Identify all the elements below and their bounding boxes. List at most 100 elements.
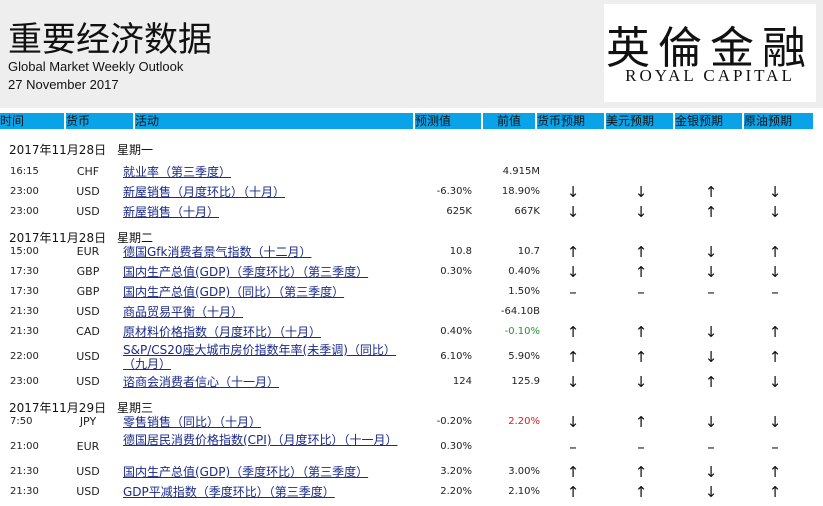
event-activity-link[interactable]: GDP平减指数（季度环比）（第三季度） bbox=[123, 485, 408, 499]
event-time: 23:00 bbox=[10, 186, 39, 197]
col-currency-outlook: 货币预期 bbox=[537, 113, 604, 129]
event-currency: USD bbox=[76, 375, 100, 388]
col-forecast: 预测值 bbox=[415, 113, 481, 129]
date-section-row: 2017年11月29日 星期三 bbox=[0, 392, 823, 415]
currency-outlook-arrow-icon: – bbox=[569, 283, 577, 301]
gold-silver-outlook-arrow-icon: ↓ bbox=[704, 243, 718, 261]
col-usd-outlook: 美元预期 bbox=[606, 113, 673, 129]
report-header: 重要经济数据 Global Market Weekly Outlook 27 N… bbox=[0, 0, 823, 108]
event-time: 21:00 bbox=[10, 441, 39, 452]
event-activity-link[interactable]: 国内生产总值(GDP)（季度环比）（第三季度） bbox=[123, 265, 408, 279]
table-row: 22:00 USD S&P/CS20座大城市房价指数年率(未季调)（同比）（九月） 6… bbox=[0, 342, 823, 372]
event-activity-link[interactable]: 零售销售（同比）（十月） bbox=[123, 415, 408, 429]
event-previous: 0.40% bbox=[508, 266, 540, 277]
event-previous: 5.90% bbox=[508, 351, 540, 362]
gold-silver-outlook-arrow-icon: – bbox=[707, 283, 715, 301]
event-forecast: -0.20% bbox=[436, 416, 472, 427]
event-activity-link[interactable]: 原材料价格指数（月度环比）（十月） bbox=[123, 325, 408, 339]
event-currency: EUR bbox=[76, 440, 100, 453]
event-time: 7:50 bbox=[10, 416, 33, 427]
usd-outlook-arrow-icon: ↓ bbox=[634, 183, 648, 201]
crude-outlook-arrow-icon: ↓ bbox=[768, 183, 782, 201]
col-gold-silver-outlook: 金银预期 bbox=[675, 113, 742, 129]
event-currency: USD bbox=[76, 205, 100, 218]
event-currency: USD bbox=[76, 465, 100, 478]
section-date: 2017年11月28日 bbox=[9, 143, 107, 157]
event-previous: 10.7 bbox=[517, 246, 540, 257]
table-row: 21:30 CAD 原材料价格指数（月度环比）（十月） 0.40% -0.10% ↑ ↑ ↓ ↑ bbox=[0, 322, 823, 342]
col-time: 时间 bbox=[0, 113, 64, 129]
currency-outlook-arrow-icon: ↓ bbox=[566, 203, 580, 221]
currency-outlook-arrow-icon: ↓ bbox=[566, 413, 580, 431]
event-forecast: 3.20% bbox=[440, 466, 472, 477]
table-row: 17:30 GBP 国内生产总值(GDP)（同比）（第三季度） 1.50% – – – – bbox=[0, 282, 823, 302]
event-forecast: 0.30% bbox=[440, 441, 472, 452]
event-time: 23:00 bbox=[10, 376, 39, 387]
page-title: 重要经济数据 bbox=[8, 20, 212, 60]
event-forecast: 0.30% bbox=[440, 266, 472, 277]
event-activity-link[interactable]: 新屋销售（十月） bbox=[123, 205, 408, 219]
currency-outlook-arrow-icon: ↑ bbox=[566, 348, 580, 366]
event-activity-link[interactable]: 新屋销售（月度环比）（十月） bbox=[123, 185, 408, 199]
event-currency: USD bbox=[76, 185, 100, 198]
event-activity-link[interactable]: S&P/CS20座大城市房价指数年率(未季调)（同比）（九月） bbox=[123, 343, 408, 371]
event-forecast: 124 bbox=[452, 376, 472, 387]
col-currency: 货币 bbox=[66, 113, 133, 129]
table-row: 7:50 JPY 零售销售（同比）（十月） -0.20% 2.20% ↓ ↑ ↓ ↓ bbox=[0, 412, 823, 432]
event-time: 17:30 bbox=[10, 266, 39, 277]
gold-silver-outlook-arrow-icon: ↓ bbox=[704, 463, 718, 481]
crude-outlook-arrow-icon: ↑ bbox=[768, 323, 782, 341]
event-currency: USD bbox=[76, 350, 100, 363]
event-time: 21:30 bbox=[10, 326, 39, 337]
gold-silver-outlook-arrow-icon: ↓ bbox=[704, 323, 718, 341]
event-previous: 125.9 bbox=[511, 376, 540, 387]
gold-silver-outlook-arrow-icon: ↓ bbox=[704, 483, 718, 501]
event-previous: 4.915M bbox=[502, 166, 540, 177]
event-previous: 3.00% bbox=[508, 466, 540, 477]
currency-outlook-arrow-icon: ↓ bbox=[566, 263, 580, 281]
crude-outlook-arrow-icon: ↑ bbox=[768, 463, 782, 481]
event-activity-link[interactable]: 谘商会消费者信心（十一月） bbox=[123, 375, 408, 389]
event-currency: USD bbox=[76, 485, 100, 498]
gold-silver-outlook-arrow-icon: ↑ bbox=[704, 203, 718, 221]
gold-silver-outlook-arrow-icon: ↑ bbox=[704, 373, 718, 391]
event-time: 16:15 bbox=[10, 166, 39, 177]
event-time: 21:30 bbox=[10, 486, 39, 497]
col-activity: 活动 bbox=[135, 113, 413, 129]
usd-outlook-arrow-icon: – bbox=[637, 438, 645, 456]
event-currency: USD bbox=[76, 305, 100, 318]
currency-outlook-arrow-icon: ↑ bbox=[566, 323, 580, 341]
usd-outlook-arrow-icon: ↓ bbox=[634, 373, 648, 391]
event-forecast: 6.10% bbox=[440, 351, 472, 362]
event-activity-link[interactable]: 德国居民消费价格指数(CPI)（月度环比）（十一月） bbox=[123, 433, 408, 447]
event-activity-link[interactable]: 德国Gfk消费者景气指数（十二月） bbox=[123, 245, 408, 259]
usd-outlook-arrow-icon: ↑ bbox=[634, 483, 648, 501]
event-activity-link[interactable]: 商品贸易平衡（十月） bbox=[123, 305, 408, 319]
event-forecast: -6.30% bbox=[436, 186, 472, 197]
event-activity-link[interactable]: 国内生产总值(GDP)（同比）（第三季度） bbox=[123, 285, 408, 299]
table-row: 17:30 GBP 国内生产总值(GDP)（季度环比）（第三季度） 0.30% 0.40… bbox=[0, 262, 823, 282]
date-section-row: 2017年11月28日 星期一 bbox=[0, 134, 823, 157]
event-previous: 18.90% bbox=[501, 186, 540, 197]
table-row: 15:00 EUR 德国Gfk消费者景气指数（十二月） 10.8 10.7 ↑ ↑ ↓ ↑ bbox=[0, 242, 823, 262]
event-previous: 2.20% bbox=[508, 416, 540, 427]
event-activity-link[interactable]: 就业率（第三季度） bbox=[123, 165, 408, 179]
section-weekday: 星期一 bbox=[117, 143, 154, 157]
usd-outlook-arrow-icon: ↑ bbox=[634, 263, 648, 281]
crude-outlook-arrow-icon: – bbox=[771, 283, 779, 301]
table-header: 时间 货币 活动 预测值 前值 货币预期 美元预期 金银预期 原油预期 bbox=[0, 113, 813, 129]
table-row: 16:15 CHF 就业率（第三季度） 4.915M bbox=[0, 162, 823, 182]
event-time: 17:30 bbox=[10, 286, 39, 297]
event-forecast: 0.40% bbox=[440, 326, 472, 337]
crude-outlook-arrow-icon: ↓ bbox=[768, 373, 782, 391]
currency-outlook-arrow-icon: ↑ bbox=[566, 463, 580, 481]
usd-outlook-arrow-icon: – bbox=[637, 283, 645, 301]
gold-silver-outlook-arrow-icon: ↓ bbox=[704, 263, 718, 281]
event-currency: GBP bbox=[76, 285, 100, 298]
usd-outlook-arrow-icon: ↑ bbox=[634, 413, 648, 431]
event-time: 21:30 bbox=[10, 306, 39, 317]
currency-outlook-arrow-icon: ↓ bbox=[566, 183, 580, 201]
event-previous: 1.50% bbox=[508, 286, 540, 297]
page-subtitle: Global Market Weekly Outlook bbox=[8, 59, 184, 74]
event-activity-link[interactable]: 国内生产总值(GDP)（季度环比）（第三季度） bbox=[123, 465, 408, 479]
